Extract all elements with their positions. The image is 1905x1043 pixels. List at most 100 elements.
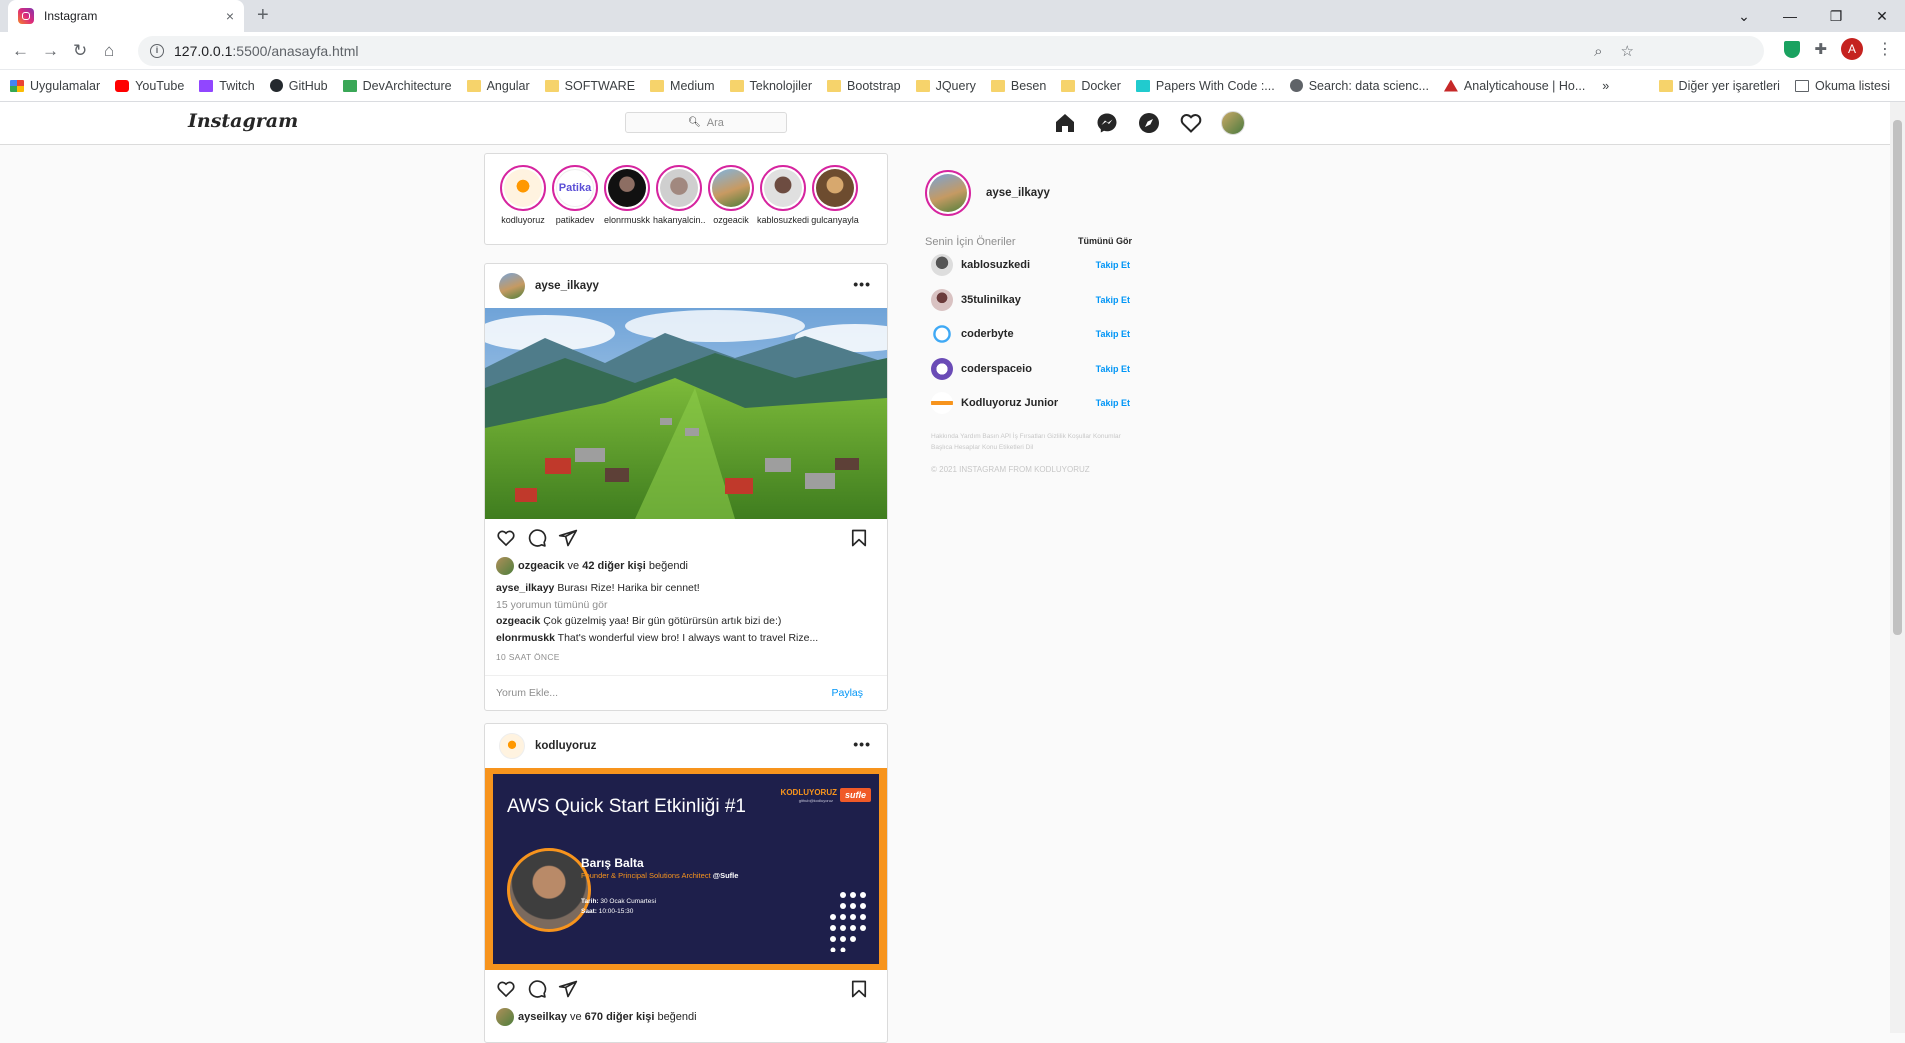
story-item[interactable]: ozgeacik (705, 165, 757, 225)
post-image[interactable] (485, 308, 887, 519)
bookmark-software[interactable]: SOFTWARE (544, 79, 635, 93)
suggestion-avatar[interactable] (931, 288, 953, 311)
story-item[interactable]: gulcanyayla (809, 165, 861, 225)
bookmark-star-icon[interactable]: ☆ (1621, 42, 1634, 60)
suggestion-username[interactable]: coderbyte (961, 328, 1014, 340)
bookmark-jquery[interactable]: JQuery (915, 79, 976, 93)
zoom-icon[interactable]: ⌕ (1594, 43, 1602, 60)
follow-button[interactable]: Takip Et (1096, 295, 1130, 305)
current-username[interactable]: ayse_ilkayy (986, 187, 1050, 199)
bookmark-papers-with-code[interactable]: Papers With Code :... (1135, 79, 1275, 93)
suggestion-avatar[interactable] (931, 254, 953, 277)
story-avatar (816, 169, 854, 207)
suggestion-username[interactable]: Kodluyoruz Junior (961, 397, 1058, 409)
bookmark-analyticahouse[interactable]: Analyticahouse | Ho... (1443, 79, 1585, 93)
post-comment-button[interactable]: Paylaş (831, 687, 863, 699)
suggestion-avatar[interactable] (931, 392, 953, 415)
page-scrollbar[interactable] (1890, 102, 1905, 1033)
share-icon[interactable] (558, 979, 578, 999)
footer-links[interactable]: Hakkında Yardım Basın API İş Fırsatları … (925, 431, 1130, 453)
heart-icon[interactable] (1179, 111, 1203, 135)
forward-icon[interactable]: → (42, 41, 59, 61)
new-tab-icon[interactable]: + (257, 4, 269, 27)
follow-button[interactable]: Takip Et (1096, 260, 1130, 270)
tab-search-icon[interactable]: ⌄ (1721, 8, 1767, 25)
follow-button[interactable]: Takip Et (1096, 398, 1130, 408)
post-avatar[interactable] (499, 273, 525, 299)
messenger-icon[interactable] (1095, 111, 1119, 135)
post-username[interactable]: ayse_ilkayy (535, 280, 599, 292)
instagram-logo[interactable]: Instagram (188, 110, 298, 132)
add-comment-input[interactable]: Yorum Ekle... Paylaş (485, 675, 887, 709)
bookmark-devarchitecture[interactable]: DevArchitecture (342, 79, 452, 93)
suggestion-username[interactable]: 35tulinilkay (961, 294, 1021, 306)
home-icon[interactable]: ⌂ (104, 41, 114, 61)
bookmark-angular[interactable]: Angular (466, 79, 530, 93)
reload-icon[interactable]: ↻ (73, 41, 87, 61)
save-bookmark-icon[interactable] (849, 528, 869, 548)
bookmark-youtube[interactable]: YouTube (115, 79, 184, 93)
likes-count[interactable]: 42 diğer kişi (582, 560, 646, 572)
url-field[interactable]: i 127.0.0.1:5500/anasayfa.html ⌕ ☆ (138, 36, 1764, 66)
view-all-comments[interactable]: 15 yorumun tümünü gör (485, 597, 887, 614)
bookmark-medium[interactable]: Medium (650, 79, 715, 93)
like-heart-icon[interactable] (496, 979, 516, 999)
liker-username[interactable]: ozgeacik (518, 560, 564, 572)
comment-icon[interactable] (527, 528, 547, 548)
save-bookmark-icon[interactable] (849, 979, 869, 999)
like-heart-icon[interactable] (496, 528, 516, 548)
search-input[interactable]: 🔍︎ Ara (625, 112, 787, 133)
back-icon[interactable]: ← (12, 41, 29, 61)
comment-username[interactable]: elonrmuskk (496, 632, 555, 644)
close-window-icon[interactable]: ✕ (1859, 8, 1905, 25)
story-item[interactable]: kodluyoruz (497, 165, 549, 225)
suggestion-avatar[interactable] (933, 325, 951, 344)
caption-username[interactable]: ayse_ilkayy (496, 582, 554, 594)
bookmark-teknolojiler[interactable]: Teknolojiler (729, 79, 812, 93)
see-all-link[interactable]: Tümünü Gör (1078, 236, 1132, 248)
comment-username[interactable]: ozgeacik (496, 615, 540, 627)
extensions-puzzle-icon[interactable]: ✚ (1814, 40, 1827, 58)
likes-count[interactable]: 670 diğer kişi (585, 1011, 655, 1023)
more-options-icon[interactable]: ••• (853, 736, 871, 752)
bookmark-search-data-science[interactable]: Search: data scienc... (1289, 79, 1429, 93)
post-avatar[interactable] (499, 733, 525, 759)
bookmark-other[interactable]: Diğer yer işaretleri (1658, 79, 1780, 93)
bookmark-github[interactable]: GitHub (269, 79, 328, 93)
more-options-icon[interactable]: ••• (853, 276, 871, 292)
comment-icon[interactable] (527, 979, 547, 999)
share-icon[interactable] (558, 528, 578, 548)
more-bookmarks-icon[interactable]: » (1602, 79, 1609, 93)
follow-button[interactable]: Takip Et (1096, 364, 1130, 374)
home-icon[interactable] (1053, 111, 1077, 135)
bookmark-twitch[interactable]: Twitch (199, 79, 255, 93)
bookmark-besen[interactable]: Besen (990, 79, 1046, 93)
bookmark-reading-list[interactable]: Okuma listesi (1794, 79, 1890, 93)
suggestion-avatar[interactable] (931, 357, 953, 380)
profile-avatar[interactable]: A (1841, 38, 1863, 60)
bookmark-apps[interactable]: Uygulamalar (10, 79, 100, 93)
restore-icon[interactable]: ❐ (1813, 8, 1859, 25)
story-item[interactable]: elonrmuskk (601, 165, 653, 225)
extension-shield-icon[interactable] (1784, 40, 1801, 58)
liker-username[interactable]: ayseilkay (518, 1011, 567, 1023)
bookmark-bootstrap[interactable]: Bootstrap (827, 79, 901, 93)
post-username[interactable]: kodluyoruz (535, 740, 596, 752)
profile-avatar-nav[interactable] (1221, 111, 1245, 135)
current-user-avatar[interactable] (925, 170, 971, 216)
suggestion-username[interactable]: kablosuzkedi (961, 259, 1030, 271)
browser-tab[interactable]: Instagram × (8, 0, 244, 32)
story-item[interactable]: hakanyalcin.. (653, 165, 705, 225)
story-item[interactable]: Patika patikadev (549, 165, 601, 225)
explore-icon[interactable] (1137, 111, 1161, 135)
browser-menu-icon[interactable]: ⋮ (1877, 39, 1893, 59)
site-info-icon[interactable]: i (150, 44, 164, 58)
close-tab-icon[interactable]: × (226, 8, 234, 24)
story-item[interactable]: kablosuzkedi (757, 165, 809, 225)
bookmark-docker[interactable]: Docker (1061, 79, 1121, 93)
minimize-icon[interactable]: — (1767, 8, 1813, 24)
post-image[interactable]: AWS Quick Start Etkinliği #1 KODLUYORUZ … (485, 768, 887, 970)
suggestion-username[interactable]: coderspaceio (961, 363, 1032, 375)
follow-button[interactable]: Takip Et (1096, 329, 1130, 339)
scrollbar-thumb[interactable] (1893, 120, 1902, 635)
